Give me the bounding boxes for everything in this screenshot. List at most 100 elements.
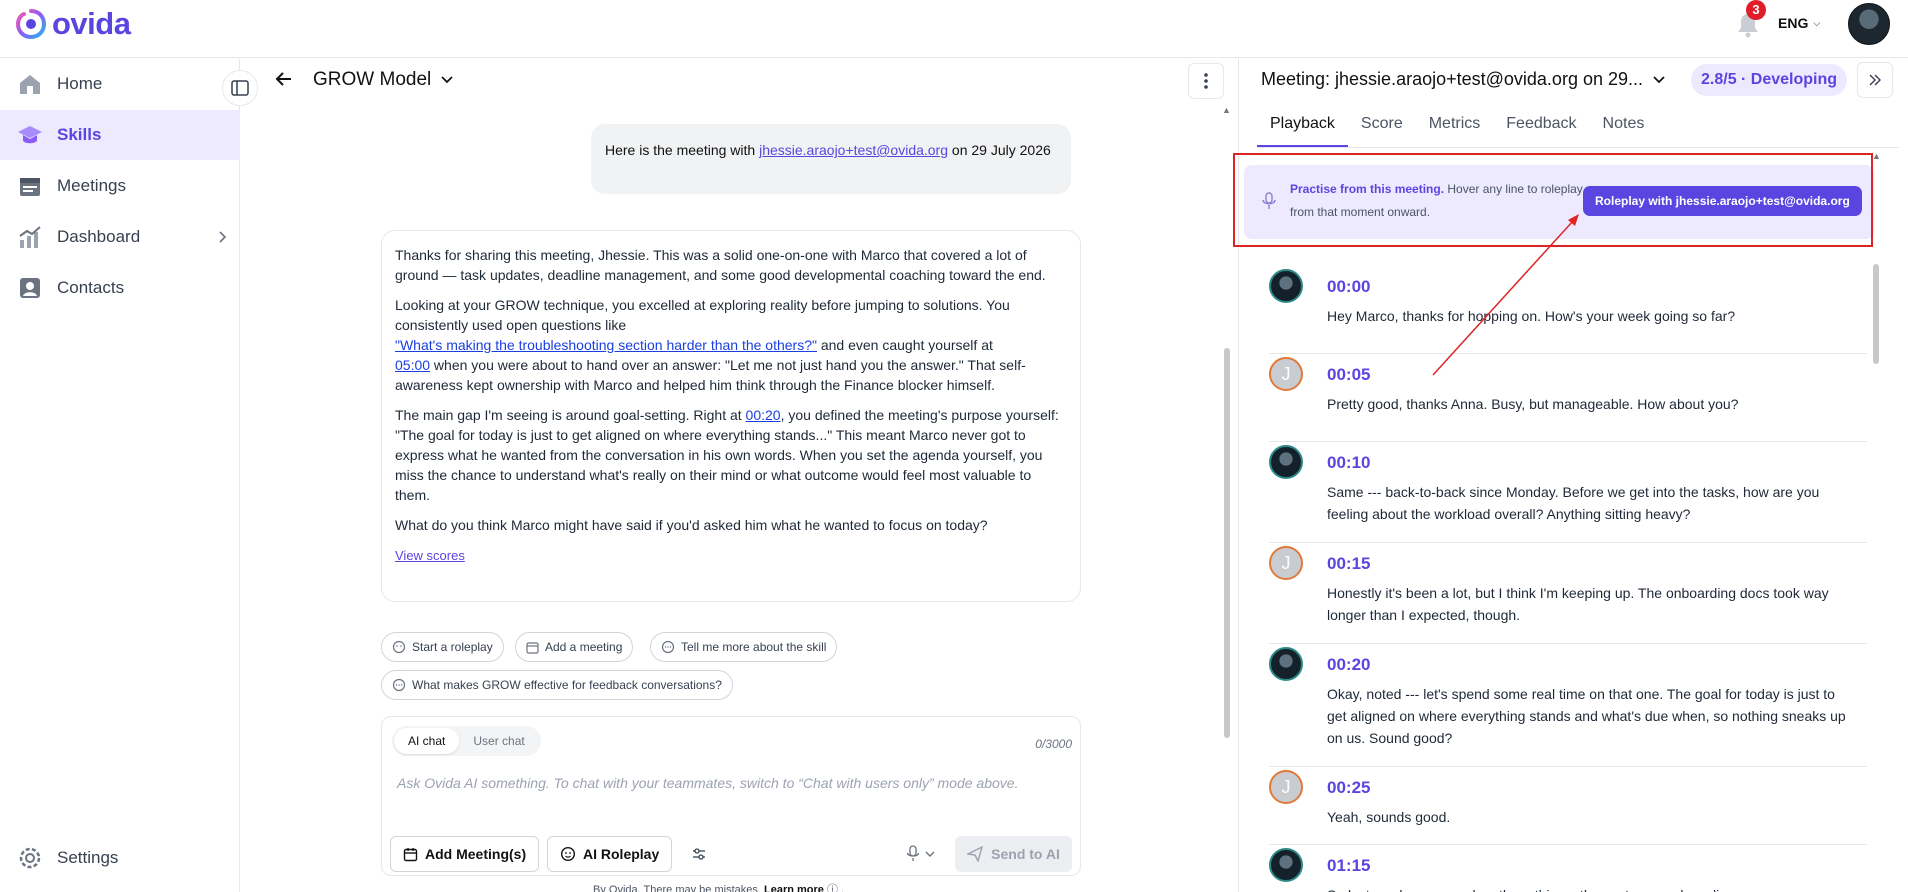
transcript-list[interactable]: 00:00 Hey Marco, thanks for hopping on. … [1269,269,1885,892]
chevron-down-icon [925,851,935,857]
transcript-time[interactable]: 01:15 [1327,856,1370,876]
chat-bubble-icon [392,678,406,692]
chip-start-roleplay[interactable]: Start a roleplay [381,632,504,662]
speaker-avatar [1269,269,1303,303]
skill-selector[interactable]: GROW Model [313,69,453,91]
expand-panel-button[interactable] [1857,62,1893,98]
chevron-down-icon [1653,75,1665,83]
chip-label: What makes GROW effective for feedback c… [412,678,722,692]
button-label: Add Meeting(s) [425,846,527,862]
transcript-text: Pretty good, thanks Anna. Busy, but mana… [1327,396,1739,412]
chip-label: Tell me more about the skill [681,640,827,654]
transcript-time[interactable]: 00:20 [1327,655,1370,675]
timestamp-link[interactable]: 00:20 [746,407,781,423]
ai-text: when you were about to hand over an answ… [395,357,1026,393]
ai-paragraph: The main gap I'm seeing is around goal-s… [395,405,1067,505]
sidebar-item-label: Contacts [57,278,125,297]
tab-feedback[interactable]: Feedback [1493,109,1589,147]
page-title: GROW Model [313,69,432,90]
chip-add-meeting[interactable]: Add a meeting [515,632,634,662]
scroll-up-arrow[interactable]: ▲ [1222,105,1231,115]
sidebar-item-skills[interactable]: Skills [0,110,240,160]
quote-link[interactable]: "What's making the troubleshooting secti… [395,337,817,353]
tabs-divider [1257,147,1899,148]
transcript-row[interactable]: J 00:15 Honestly it's been a lot, but I … [1269,546,1867,644]
button-label: AI Roleplay [583,846,660,862]
sidebar-item-meetings[interactable]: Meetings [0,161,240,211]
transcript-time[interactable]: 00:25 [1327,778,1370,798]
sidebar-item-home[interactable]: Home [0,59,240,109]
transcript-time[interactable]: 00:05 [1327,365,1370,385]
more-options-button[interactable] [1188,63,1224,99]
transcript-time[interactable]: 00:00 [1327,277,1370,297]
transcript-text: Yeah, sounds good. [1327,809,1451,825]
meeting-tabs: Playback Score Metrics Feedback Notes [1257,109,1657,147]
disclaimer-text: By Ovida. There may be mistakes. [593,884,764,892]
tab-score[interactable]: Score [1348,109,1416,147]
chart-icon [16,224,43,251]
meeting-selector[interactable]: Meeting: jhessie.araojo+test@ovida.org o… [1261,69,1665,90]
char-counter: 0/3000 [1035,737,1072,751]
tab-playback[interactable]: Playback [1257,109,1348,147]
transcript-row[interactable]: 00:20 Okay, noted --- let's spend some r… [1269,647,1867,767]
user-message-text: Here is the meeting with [605,142,760,158]
scroll-up-arrow[interactable]: ▲ [1872,151,1881,161]
transcript-scrollbar[interactable] [1873,264,1879,364]
view-scores-link[interactable]: View scores [395,548,465,563]
score-badge[interactable]: 2.8/5 · Developing [1691,64,1848,96]
settings-label: Settings [57,848,119,867]
sidebar-item-label: Home [57,74,103,93]
transcript-text: So last week we agreed on three things: … [1327,884,1847,892]
transcript-row[interactable]: 00:10 Same --- back-to-back since Monday… [1269,445,1867,543]
button-label: Send to AI [991,846,1060,862]
meeting-panel: Meeting: jhessie.araojo+test@ovida.org o… [1233,59,1908,892]
transcript-row[interactable]: J 00:25 Yeah, sounds good. [1269,770,1867,845]
settings-sliders-icon[interactable] [690,845,708,863]
add-meetings-button[interactable]: Add Meeting(s) [390,836,540,872]
ai-disclaimer: By Ovida. There may be mistakes. Learn m… [593,881,844,892]
learn-more-link[interactable]: Learn more [764,884,824,892]
chat-scrollbar[interactable] [1224,348,1230,738]
chip-grow-effective[interactable]: What makes GROW effective for feedback c… [381,670,733,700]
sidebar-item-settings[interactable]: Settings [0,833,240,883]
chat-thread[interactable]: Here is the meeting with jhessie.araojo+… [240,103,1238,892]
transcript-row[interactable]: 01:15 So last week we agreed on three th… [1269,848,1867,892]
message-input[interactable]: Ask Ovida AI something. To chat with you… [397,775,1018,791]
language-label: ENG [1778,15,1809,31]
speaker-avatar: J [1269,357,1303,391]
sidebar-item-contacts[interactable]: Contacts [0,263,240,313]
transcript-row[interactable]: 00:00 Hey Marco, thanks for hopping on. … [1269,269,1867,354]
user-chat-tab[interactable]: User chat [459,728,538,754]
graduation-cap-icon [16,122,43,149]
transcript-time[interactable]: 00:10 [1327,453,1370,473]
tab-metrics[interactable]: Metrics [1416,109,1494,147]
send-button[interactable]: Send to AI [955,836,1072,872]
transcript-row[interactable]: J 00:05 Pretty good, thanks Anna. Busy, … [1269,357,1867,442]
sidebar-item-dashboard[interactable]: Dashboard [0,212,240,262]
voice-input-selector[interactable] [905,845,935,863]
ai-paragraph: What do you think Marco might have said … [395,517,988,533]
kebab-icon [1204,73,1208,89]
meeting-link[interactable]: jhessie.araojo+test@ovida.org [759,142,948,158]
chat-header: GROW Model [240,59,1238,103]
ai-roleplay-button[interactable]: AI Roleplay [547,836,673,872]
roleplay-icon [392,640,406,654]
speaker-avatar [1269,848,1303,882]
language-selector[interactable]: ENG ⌵ [1778,15,1820,31]
ai-paragraph: Thanks for sharing this meeting, Jhessie… [395,247,1046,283]
send-icon [967,846,984,862]
home-icon [16,71,43,98]
ovida-logo[interactable]: ovida [14,6,131,42]
roleplay-icon [560,846,576,862]
timestamp-link[interactable]: 05:00 [395,357,430,373]
ai-message: Thanks for sharing this meeting, Jhessie… [381,230,1081,602]
ai-chat-tab[interactable]: AI chat [394,728,460,754]
back-arrow-icon[interactable] [274,69,294,89]
chip-tell-me-more[interactable]: Tell me more about the skill [650,632,838,662]
transcript-time[interactable]: 00:15 [1327,554,1370,574]
brand-name: ovida [52,6,131,41]
tab-notes[interactable]: Notes [1590,109,1658,147]
sidebar-toggle-button[interactable] [222,70,258,106]
speaker-avatar [1269,445,1303,479]
user-avatar[interactable] [1848,3,1890,45]
